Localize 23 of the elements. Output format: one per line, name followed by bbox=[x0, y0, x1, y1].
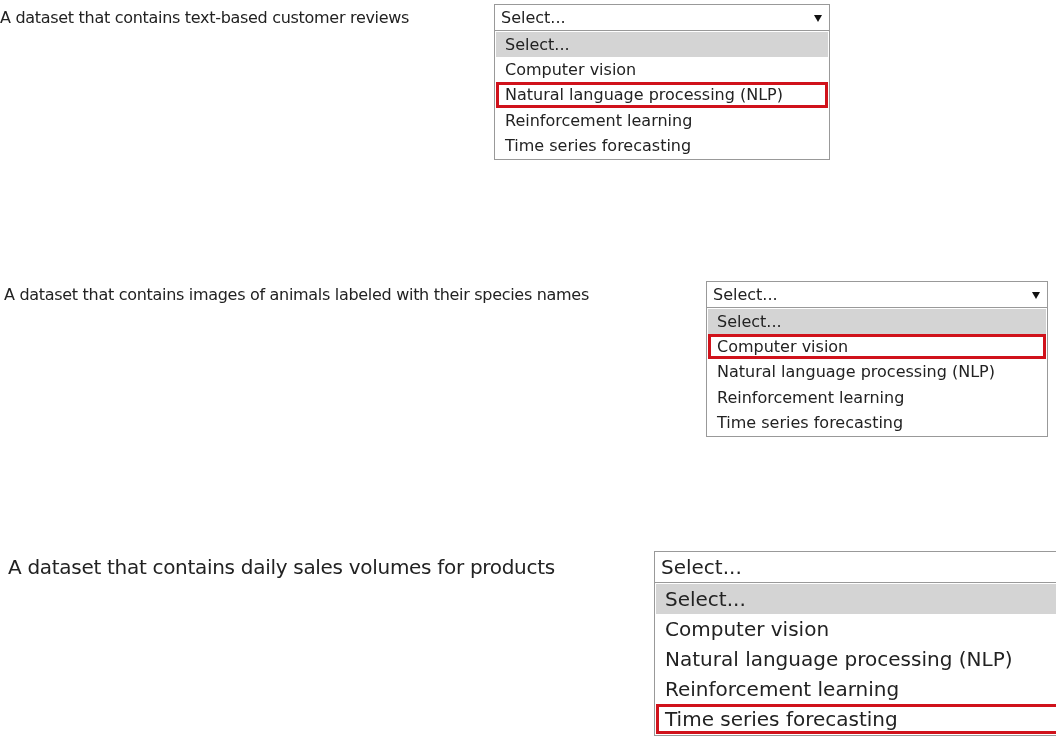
dropdown-option[interactable]: Computer vision bbox=[656, 614, 1056, 644]
question-text: A dataset that contains text-based customer reviews bbox=[0, 7, 410, 27]
dropdown-option[interactable]: Computer vision bbox=[496, 57, 828, 83]
dropdown-option[interactable]: Select... bbox=[496, 32, 828, 58]
dropdown-select[interactable]: Select... bbox=[706, 281, 1048, 308]
question-text: A dataset that contains daily sales volumes for products bbox=[8, 554, 555, 579]
dropdown-option[interactable]: Natural language processing (NLP) bbox=[708, 359, 1046, 385]
dropdown-option[interactable]: Natural language processing (NLP) bbox=[656, 644, 1056, 674]
dropdown-select[interactable]: Select... bbox=[494, 4, 830, 31]
caret-icon bbox=[813, 12, 823, 23]
dropdown-option[interactable]: Natural language processing (NLP) bbox=[496, 82, 828, 108]
caret-icon bbox=[1031, 289, 1041, 300]
dropdown-option[interactable]: Time series forecasting bbox=[496, 132, 828, 158]
question-text: A dataset that contains images of animals labeled with their species names bbox=[4, 284, 589, 304]
dropdown-option[interactable]: Reinforcement learning bbox=[496, 107, 828, 133]
dropdown-option[interactable]: Reinforcement learning bbox=[656, 674, 1056, 704]
dropdown-option[interactable]: Time series forecasting bbox=[656, 704, 1056, 734]
dropdown-option[interactable]: Select... bbox=[708, 309, 1046, 335]
dropdown-option[interactable]: Computer vision bbox=[708, 334, 1046, 360]
dropdown-option[interactable]: Select... bbox=[656, 584, 1056, 614]
dropdown-option[interactable]: Reinforcement learning bbox=[708, 384, 1046, 410]
dropdown-option[interactable]: Time series forecasting bbox=[708, 409, 1046, 435]
dropdown-select[interactable]: Select... bbox=[654, 551, 1056, 583]
